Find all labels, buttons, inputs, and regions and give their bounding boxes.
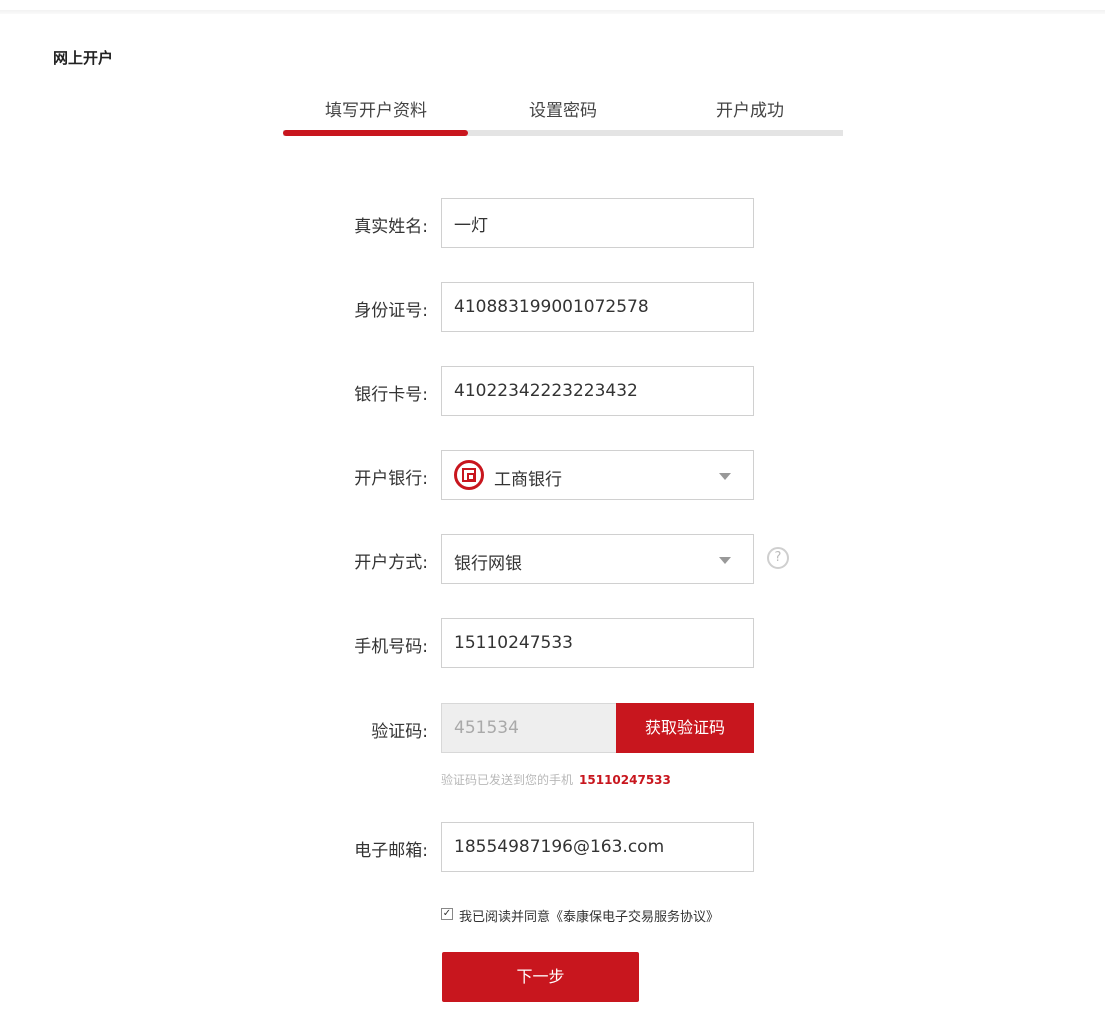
bank-selected-value: 工商银行: [494, 470, 562, 490]
name-field-box: [441, 198, 754, 248]
code-input[interactable]: [442, 704, 616, 752]
email-label: 电子邮箱:: [354, 841, 428, 861]
phone-input[interactable]: [442, 619, 753, 667]
name-row: 真实姓名:: [0, 198, 1105, 250]
step-1-label: 填写开户资料: [325, 101, 427, 121]
step-3-label: 开户成功: [716, 101, 784, 121]
agreement-text[interactable]: 我已阅读并同意《泰康保电子交易服务协议》: [459, 906, 719, 925]
card-number-row: 银行卡号:: [0, 366, 1105, 418]
id-number-input[interactable]: [442, 283, 753, 331]
phone-field-box: [441, 618, 754, 668]
icbc-logo-icon: [454, 460, 484, 490]
get-code-button[interactable]: 获取验证码: [616, 703, 754, 753]
bank-select[interactable]: 工商银行: [441, 450, 754, 500]
name-label: 真实姓名:: [354, 217, 428, 237]
bank-label: 开户银行:: [354, 469, 428, 489]
code-field-box: [441, 703, 616, 753]
method-selected-value: 银行网银: [454, 554, 522, 574]
step-progress-fill: [283, 130, 468, 136]
sms-hint-phone: 15110247533: [579, 773, 671, 787]
id-number-field-box: [441, 282, 754, 332]
method-label: 开户方式:: [354, 553, 428, 573]
step-progress-bar: 填写开户资料 设置密码 开户成功: [283, 92, 843, 140]
page-title: 网上开户: [53, 49, 114, 67]
chevron-down-icon: [719, 557, 731, 564]
code-row: 验证码: 获取验证码: [0, 703, 1105, 755]
card-number-field-box: [441, 366, 754, 416]
sms-hint-text: 验证码已发送到您的手机: [441, 773, 574, 787]
email-row: 电子邮箱:: [0, 822, 1105, 874]
name-input[interactable]: [442, 199, 753, 247]
agreement-checkbox[interactable]: ✓: [441, 908, 453, 920]
chevron-down-icon: [719, 473, 731, 480]
bank-row: 开户银行: 工商银行: [0, 450, 1105, 502]
method-row: 开户方式: 银行网银 ?: [0, 534, 1105, 586]
email-field-box: [441, 822, 754, 872]
method-select[interactable]: 银行网银: [441, 534, 754, 584]
id-number-label: 身份证号:: [354, 301, 428, 321]
step-track: [283, 130, 843, 136]
card-number-label: 银行卡号:: [354, 385, 428, 405]
email-input[interactable]: [442, 823, 753, 871]
code-label: 验证码:: [371, 722, 428, 742]
phone-row: 手机号码:: [0, 618, 1105, 670]
id-number-row: 身份证号:: [0, 282, 1105, 334]
top-divider: [0, 10, 1105, 14]
phone-label: 手机号码:: [354, 637, 428, 657]
sms-hint: 验证码已发送到您的手机 15110247533: [441, 771, 671, 788]
step-2-label: 设置密码: [529, 101, 597, 121]
next-step-button[interactable]: 下一步: [442, 952, 639, 1002]
card-number-input[interactable]: [442, 367, 753, 415]
question-circle-icon[interactable]: ?: [767, 547, 789, 569]
